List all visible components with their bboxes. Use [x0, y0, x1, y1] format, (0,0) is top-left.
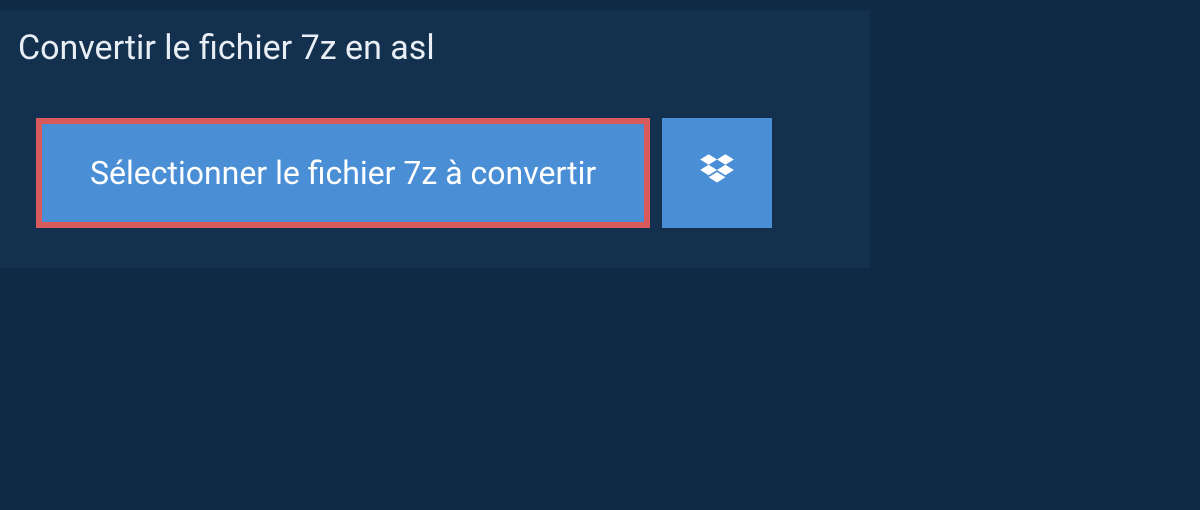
button-row: Sélectionner le fichier 7z à convertir: [0, 86, 870, 268]
dropbox-icon: [696, 150, 738, 196]
select-file-button[interactable]: Sélectionner le fichier 7z à convertir: [36, 118, 650, 228]
page-title: Convertir le fichier 7z en asl: [0, 10, 465, 86]
converter-panel: Convertir le fichier 7z en asl Sélection…: [0, 10, 870, 268]
dropbox-button[interactable]: [662, 118, 772, 228]
